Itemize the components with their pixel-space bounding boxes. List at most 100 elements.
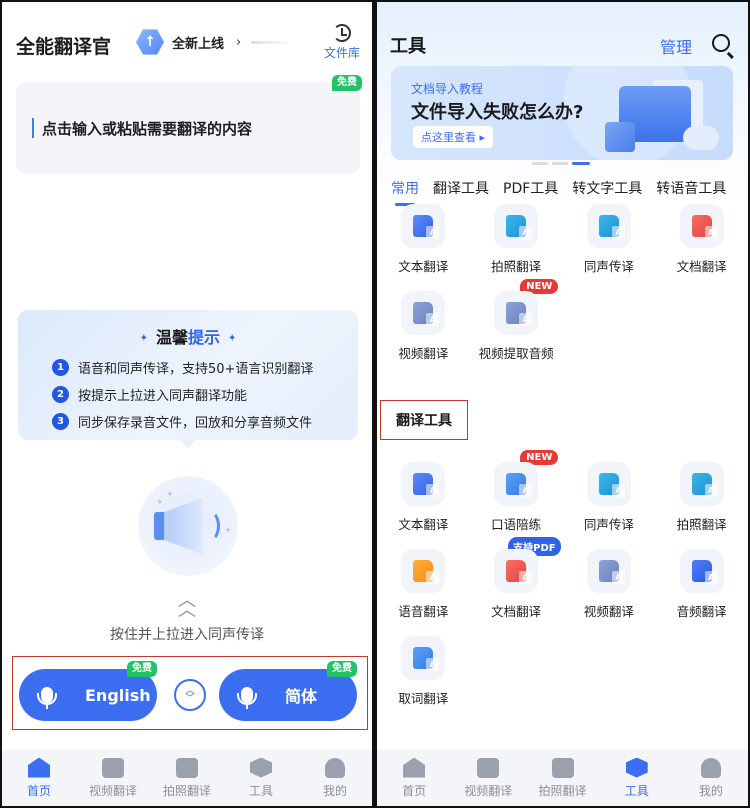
free-badge: 免费 (127, 661, 157, 677)
simultaneous-interpretation-icon (598, 473, 625, 497)
speaker-cone (164, 498, 202, 554)
category-tabs: 常用 翻译工具 PDF工具 转文字工具 转语音工具 (391, 178, 726, 206)
carousel-indicator (532, 162, 590, 165)
tip-item: 3 同步保存录音文件，回放和分享音频文件 (52, 408, 313, 435)
tab-common[interactable]: 常用 (391, 178, 419, 206)
camera-icon (176, 757, 198, 778)
translation-tools-section-title: 翻译工具 (380, 400, 468, 440)
banner-view-button[interactable]: 点这里查看 ▸ (413, 126, 494, 148)
tab-video-translate[interactable]: 视频翻译 (76, 750, 150, 806)
tab-home[interactable]: 首页 (377, 750, 451, 806)
tab-label: 视频翻译 (88, 783, 137, 798)
microphone-icon (37, 687, 57, 709)
tip-item: 1 语音和同声传译，支持50+语言识别翻译 (52, 354, 313, 381)
tutorial-banner[interactable]: 文档导入教程 文件导入失败怎么办? 点这里查看 ▸ (391, 66, 733, 160)
search-icon[interactable] (712, 34, 730, 52)
sparkle-icon: ✦ (156, 498, 164, 508)
tool-video-translate[interactable]: 视频翻译 (563, 549, 656, 620)
tab-text-to-speech-tools[interactable]: 转语音工具 (656, 178, 726, 198)
tool-word-pick-translate[interactable]: 取词翻译 (377, 636, 470, 707)
video-icon (102, 757, 124, 778)
tab-pdf-tools[interactable]: PDF工具 (503, 178, 558, 198)
bottom-tab-bar: 首页 视频翻译 拍照翻译 工具 我的 (377, 750, 748, 806)
source-language-button[interactable]: 免费 English (19, 661, 157, 721)
sparkle-icon: ✦ (139, 333, 148, 344)
tool-label: 文本翻译 (398, 259, 449, 274)
microphone-icon (237, 687, 257, 709)
tool-label: 视频提取音频 (478, 346, 554, 361)
tip-text: 同步保存录音文件，回放和分享音频文件 (78, 416, 313, 431)
tab-label: 我的 (698, 783, 723, 798)
document-translate-icon (691, 215, 718, 239)
video-translate-icon (413, 302, 440, 326)
tab-label: 视频翻译 (464, 783, 513, 798)
speaking-practice-icon (506, 473, 533, 497)
tips-title-highlight: 提示 (188, 328, 221, 347)
tab-speech-to-text-tools[interactable]: 转文字工具 (572, 178, 642, 198)
sparkle-icon: ✦ (228, 333, 237, 344)
file-library-label: 文件库 (323, 46, 360, 60)
tab-profile[interactable]: 我的 (674, 750, 748, 806)
photo-translate-icon (691, 473, 718, 497)
tool-text-translate[interactable]: 文本翻译 (377, 462, 470, 533)
simultaneous-interpretation-icon (598, 215, 625, 239)
tool-voice-translate[interactable]: 语音翻译 (377, 549, 470, 620)
tip-number-badge: 3 (52, 413, 69, 430)
tools-icon (625, 757, 648, 778)
tab-profile[interactable]: 我的 (298, 750, 372, 806)
carousel-dot[interactable] (532, 162, 548, 165)
camera-icon (551, 757, 574, 778)
tab-label: 工具 (248, 783, 273, 798)
tool-speaking-practice[interactable]: NEW口语陪练 (470, 450, 563, 533)
double-chevron-up-icon[interactable]: ︿ ︿ (2, 592, 372, 620)
manage-button[interactable]: 管理 (660, 34, 692, 58)
tab-translation-tools[interactable]: 翻译工具 (433, 178, 489, 198)
tab-tools[interactable]: 工具 (600, 750, 674, 806)
history-icon (332, 24, 351, 42)
tool-label: 口语陪练 (491, 517, 542, 532)
tab-video-translate[interactable]: 视频翻译 (451, 750, 525, 806)
tool-label: 拍照翻译 (491, 259, 542, 274)
tab-photo-translate[interactable]: 拍照翻译 (150, 750, 224, 806)
video-icon (477, 757, 500, 778)
tool-label: 同声传译 (583, 259, 634, 274)
tool-photo-translate[interactable]: 拍照翻译 (470, 204, 563, 275)
home-icon (28, 757, 50, 778)
tab-label: 我的 (322, 783, 347, 798)
tool-video-extract-audio[interactable]: NEW视频提取音频 (470, 279, 563, 362)
tab-label: 拍照翻译 (162, 783, 211, 798)
tool-simultaneous-interpretation[interactable]: 同声传译 (563, 204, 656, 275)
bottom-tab-bar: 首页 视频翻译 拍照翻译 工具 我的 (2, 750, 372, 806)
tool-document-translate[interactable]: 支持PDF文档翻译 (470, 537, 563, 620)
translation-tools-grid: 文本翻译 NEW口语陪练 同声传译 拍照翻译 语音翻译 支持PDF文档翻译 视频… (377, 450, 748, 707)
tool-simultaneous-interpretation[interactable]: 同声传译 (563, 462, 656, 533)
tips-list: 1 语音和同声传译，支持50+语言识别翻译 2 按提示上拉进入同声翻译功能 3 同步保… (52, 354, 313, 435)
tips-title-plain: 温馨 (155, 328, 188, 347)
video-extract-audio-icon (506, 302, 533, 326)
home-icon (403, 757, 426, 778)
target-language-label: 简体 (285, 687, 318, 706)
free-badge: 免费 (332, 75, 362, 91)
tab-home[interactable]: 首页 (2, 750, 76, 806)
new-launch-banner[interactable]: ↑ 全新上线 › (136, 28, 292, 56)
carousel-dot-active[interactable] (572, 162, 590, 165)
tool-text-translate[interactable]: 文本翻译 (377, 204, 470, 275)
tip-text: 语音和同声传译，支持50+语言识别翻译 (78, 362, 314, 377)
text-translate-icon (413, 473, 440, 497)
tool-document-translate[interactable]: 文档翻译 (655, 204, 748, 275)
target-language-button[interactable]: 免费 简体 (219, 661, 357, 721)
tool-label: 视频翻译 (398, 346, 449, 361)
translate-input-field[interactable]: 免费 点击输入或粘贴需要翻译的内容 (16, 75, 362, 174)
swap-languages-button[interactable]: ︿ ﹀ (174, 679, 206, 711)
tab-photo-translate[interactable]: 拍照翻译 (525, 750, 599, 806)
tool-audio-translate[interactable]: 音频翻译 (655, 549, 748, 620)
text-cursor (32, 118, 34, 138)
carousel-dot[interactable] (552, 162, 568, 165)
tool-photo-translate[interactable]: 拍照翻译 (655, 462, 748, 533)
profile-icon (700, 757, 721, 778)
tips-card: ✦ 温馨提示 ✦ 1 语音和同声传译，支持50+语言识别翻译 2 按提示上拉进入同声翻译… (18, 310, 358, 448)
file-library-button[interactable]: 文件库 (324, 24, 360, 61)
word-pick-translate-icon (413, 647, 440, 671)
tab-tools[interactable]: 工具 (224, 750, 298, 806)
tool-video-translate[interactable]: 视频翻译 (377, 291, 470, 362)
